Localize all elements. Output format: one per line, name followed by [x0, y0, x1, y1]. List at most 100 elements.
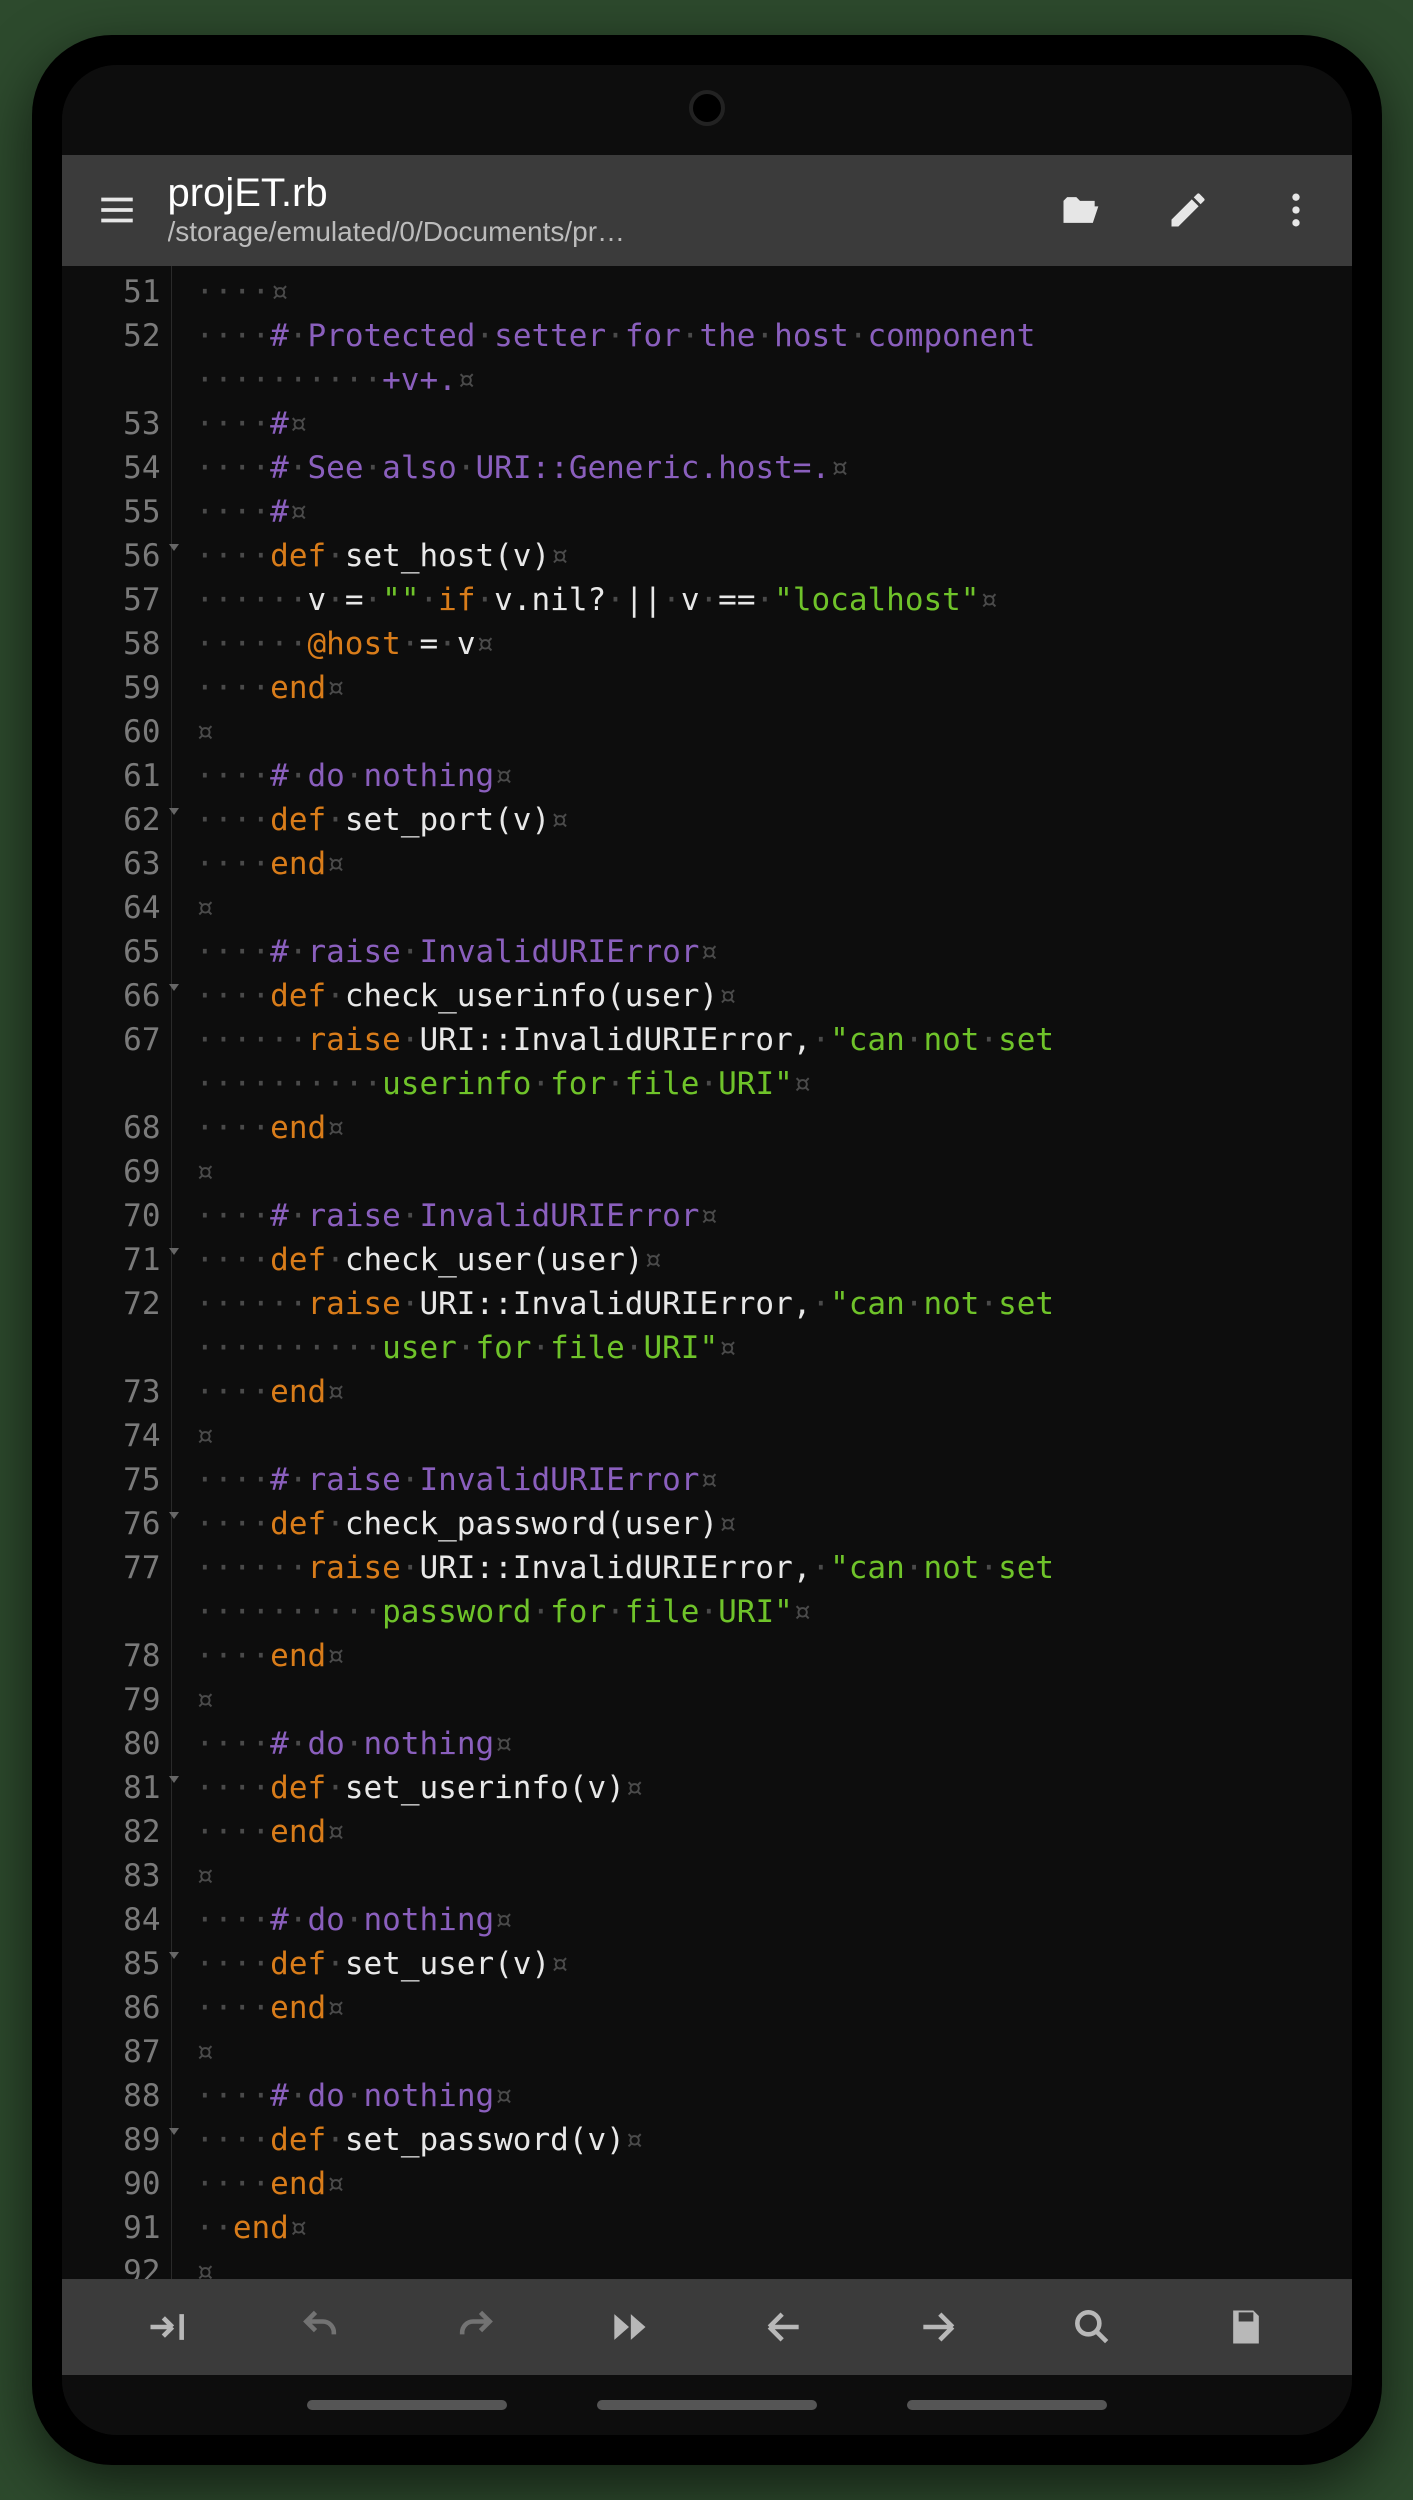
- undo-icon: [299, 2305, 343, 2349]
- code-line[interactable]: ¤: [196, 710, 1352, 754]
- line-number: 61: [62, 754, 161, 798]
- code-line[interactable]: ¤: [196, 1854, 1352, 1898]
- prev-button[interactable]: [752, 2295, 816, 2359]
- fold-marker-icon[interactable]: [169, 1952, 179, 1959]
- code-line[interactable]: ····end¤: [196, 1634, 1352, 1678]
- code-line[interactable]: ····end¤: [196, 666, 1352, 710]
- code-line[interactable]: ····def·set_user(v)¤: [196, 1942, 1352, 1986]
- code-line[interactable]: ····#·do·nothing¤: [196, 754, 1352, 798]
- fold-marker-icon[interactable]: [169, 544, 179, 551]
- code-line[interactable]: ····def·set_password(v)¤: [196, 2118, 1352, 2162]
- code-line[interactable]: ····#·See·also·URI::Generic.host=.¤: [196, 446, 1352, 490]
- line-number: 56: [62, 534, 161, 578]
- code-line[interactable]: ····end¤: [196, 842, 1352, 886]
- editor-toolbar: [62, 2279, 1352, 2375]
- code-line[interactable]: ··end¤: [196, 2206, 1352, 2250]
- code-line[interactable]: ····def·set_port(v)¤: [196, 798, 1352, 842]
- code-line[interactable]: ····#·raise·InvalidURIError¤: [196, 1458, 1352, 1502]
- code-line[interactable]: ····end¤: [196, 1810, 1352, 1854]
- fold-marker-icon[interactable]: [169, 1776, 179, 1783]
- save-icon: [1224, 2305, 1268, 2349]
- undo-button[interactable]: [289, 2295, 353, 2359]
- tab-indent-button[interactable]: [135, 2295, 199, 2359]
- code-line[interactable]: ····end¤: [196, 1370, 1352, 1414]
- code-line[interactable]: ¤: [196, 2250, 1352, 2279]
- line-number: 91: [62, 2206, 161, 2250]
- line-number: 74: [62, 1414, 161, 1458]
- code-line[interactable]: ¤: [196, 1414, 1352, 1458]
- fast-forward-button[interactable]: [597, 2295, 661, 2359]
- line-number: 89: [62, 2118, 161, 2162]
- fast-forward-icon: [607, 2305, 651, 2349]
- search-icon: [1070, 2305, 1114, 2349]
- line-number: 59: [62, 666, 161, 710]
- app-header: projET.rb /storage/emulated/0/Documents/…: [62, 155, 1352, 266]
- code-line[interactable]: ····#¤: [196, 490, 1352, 534]
- line-number: 85: [62, 1942, 161, 1986]
- code-line[interactable]: ····#·do·nothing¤: [196, 2074, 1352, 2118]
- code-line[interactable]: ····¤: [196, 270, 1352, 314]
- code-line[interactable]: ······raise·URI::InvalidURIError,·"can·n…: [196, 1546, 1352, 1590]
- nav-recent[interactable]: [307, 2400, 507, 2410]
- code-line[interactable]: ¤: [196, 1150, 1352, 1194]
- code-line[interactable]: ··········password·for·file·URI"¤: [196, 1590, 1352, 1634]
- fold-marker-icon[interactable]: [169, 1512, 179, 1519]
- line-number: [62, 1590, 161, 1634]
- code-line[interactable]: ····end¤: [196, 2162, 1352, 2206]
- fold-marker-icon[interactable]: [169, 2128, 179, 2135]
- code-line[interactable]: ······@host·=·v¤: [196, 622, 1352, 666]
- line-number: 92: [62, 2250, 161, 2279]
- code-line[interactable]: ····def·check_password(user)¤: [196, 1502, 1352, 1546]
- next-button[interactable]: [906, 2295, 970, 2359]
- code-line[interactable]: ¤: [196, 886, 1352, 930]
- code-line[interactable]: ¤: [196, 2030, 1352, 2074]
- line-number: 78: [62, 1634, 161, 1678]
- code-line[interactable]: ····#·Protected·setter·for·the·host·comp…: [196, 314, 1352, 358]
- line-number: 77: [62, 1546, 161, 1590]
- line-number: 79: [62, 1678, 161, 1722]
- code-line[interactable]: ··········user·for·file·URI"¤: [196, 1326, 1352, 1370]
- code-line[interactable]: ····#·raise·InvalidURIError¤: [196, 1194, 1352, 1238]
- fold-marker-icon[interactable]: [169, 808, 179, 815]
- code-line[interactable]: ····end¤: [196, 1106, 1352, 1150]
- code-line[interactable]: ··········+v+.¤: [196, 358, 1352, 402]
- code-line[interactable]: ······v·=·""·if·v.nil?·||·v·==·"localhos…: [196, 578, 1352, 622]
- code-line[interactable]: ····#·do·nothing¤: [196, 1722, 1352, 1766]
- line-number: 58: [62, 622, 161, 666]
- code-line[interactable]: ····def·set_userinfo(v)¤: [196, 1766, 1352, 1810]
- line-number: 52: [62, 314, 161, 358]
- menu-button[interactable]: [90, 183, 144, 237]
- file-title: projET.rb: [168, 171, 1000, 216]
- redo-button[interactable]: [443, 2295, 507, 2359]
- line-number: 54: [62, 446, 161, 490]
- code-line[interactable]: ··········userinfo·for·file·URI"¤: [196, 1062, 1352, 1106]
- title-block: projET.rb /storage/emulated/0/Documents/…: [168, 171, 1000, 248]
- code-line[interactable]: ····end¤: [196, 1986, 1352, 2030]
- fold-marker-icon[interactable]: [169, 1248, 179, 1255]
- search-button[interactable]: [1060, 2295, 1124, 2359]
- code-line[interactable]: ····#¤: [196, 402, 1352, 446]
- code-line[interactable]: ····def·check_userinfo(user)¤: [196, 974, 1352, 1018]
- save-button[interactable]: [1214, 2295, 1278, 2359]
- line-number: 51: [62, 270, 161, 314]
- nav-back[interactable]: [907, 2400, 1107, 2410]
- open-button[interactable]: [1052, 182, 1108, 238]
- edit-button[interactable]: [1160, 182, 1216, 238]
- code-line[interactable]: ····#·raise·InvalidURIError¤: [196, 930, 1352, 974]
- overflow-button[interactable]: [1268, 182, 1324, 238]
- line-number: 64: [62, 886, 161, 930]
- fold-marker-icon[interactable]: [169, 984, 179, 991]
- code-line[interactable]: ····#·do·nothing¤: [196, 1898, 1352, 1942]
- line-number: 63: [62, 842, 161, 886]
- code-line[interactable]: ······raise·URI::InvalidURIError,·"can·n…: [196, 1282, 1352, 1326]
- line-number: 87: [62, 2030, 161, 2074]
- code-line[interactable]: ····def·set_host(v)¤: [196, 534, 1352, 578]
- phone-frame: projET.rb /storage/emulated/0/Documents/…: [32, 35, 1382, 2465]
- nav-home[interactable]: [597, 2400, 817, 2410]
- code-line[interactable]: ····def·check_user(user)¤: [196, 1238, 1352, 1282]
- line-number: 88: [62, 2074, 161, 2118]
- code-editor[interactable]: 5152535455565758596061626364656667686970…: [62, 266, 1352, 2279]
- code-line[interactable]: ¤: [196, 1678, 1352, 1722]
- code-line[interactable]: ······raise·URI::InvalidURIError,·"can·n…: [196, 1018, 1352, 1062]
- code-content[interactable]: ····¤····#·Protected·setter·for·the·host…: [172, 266, 1352, 2279]
